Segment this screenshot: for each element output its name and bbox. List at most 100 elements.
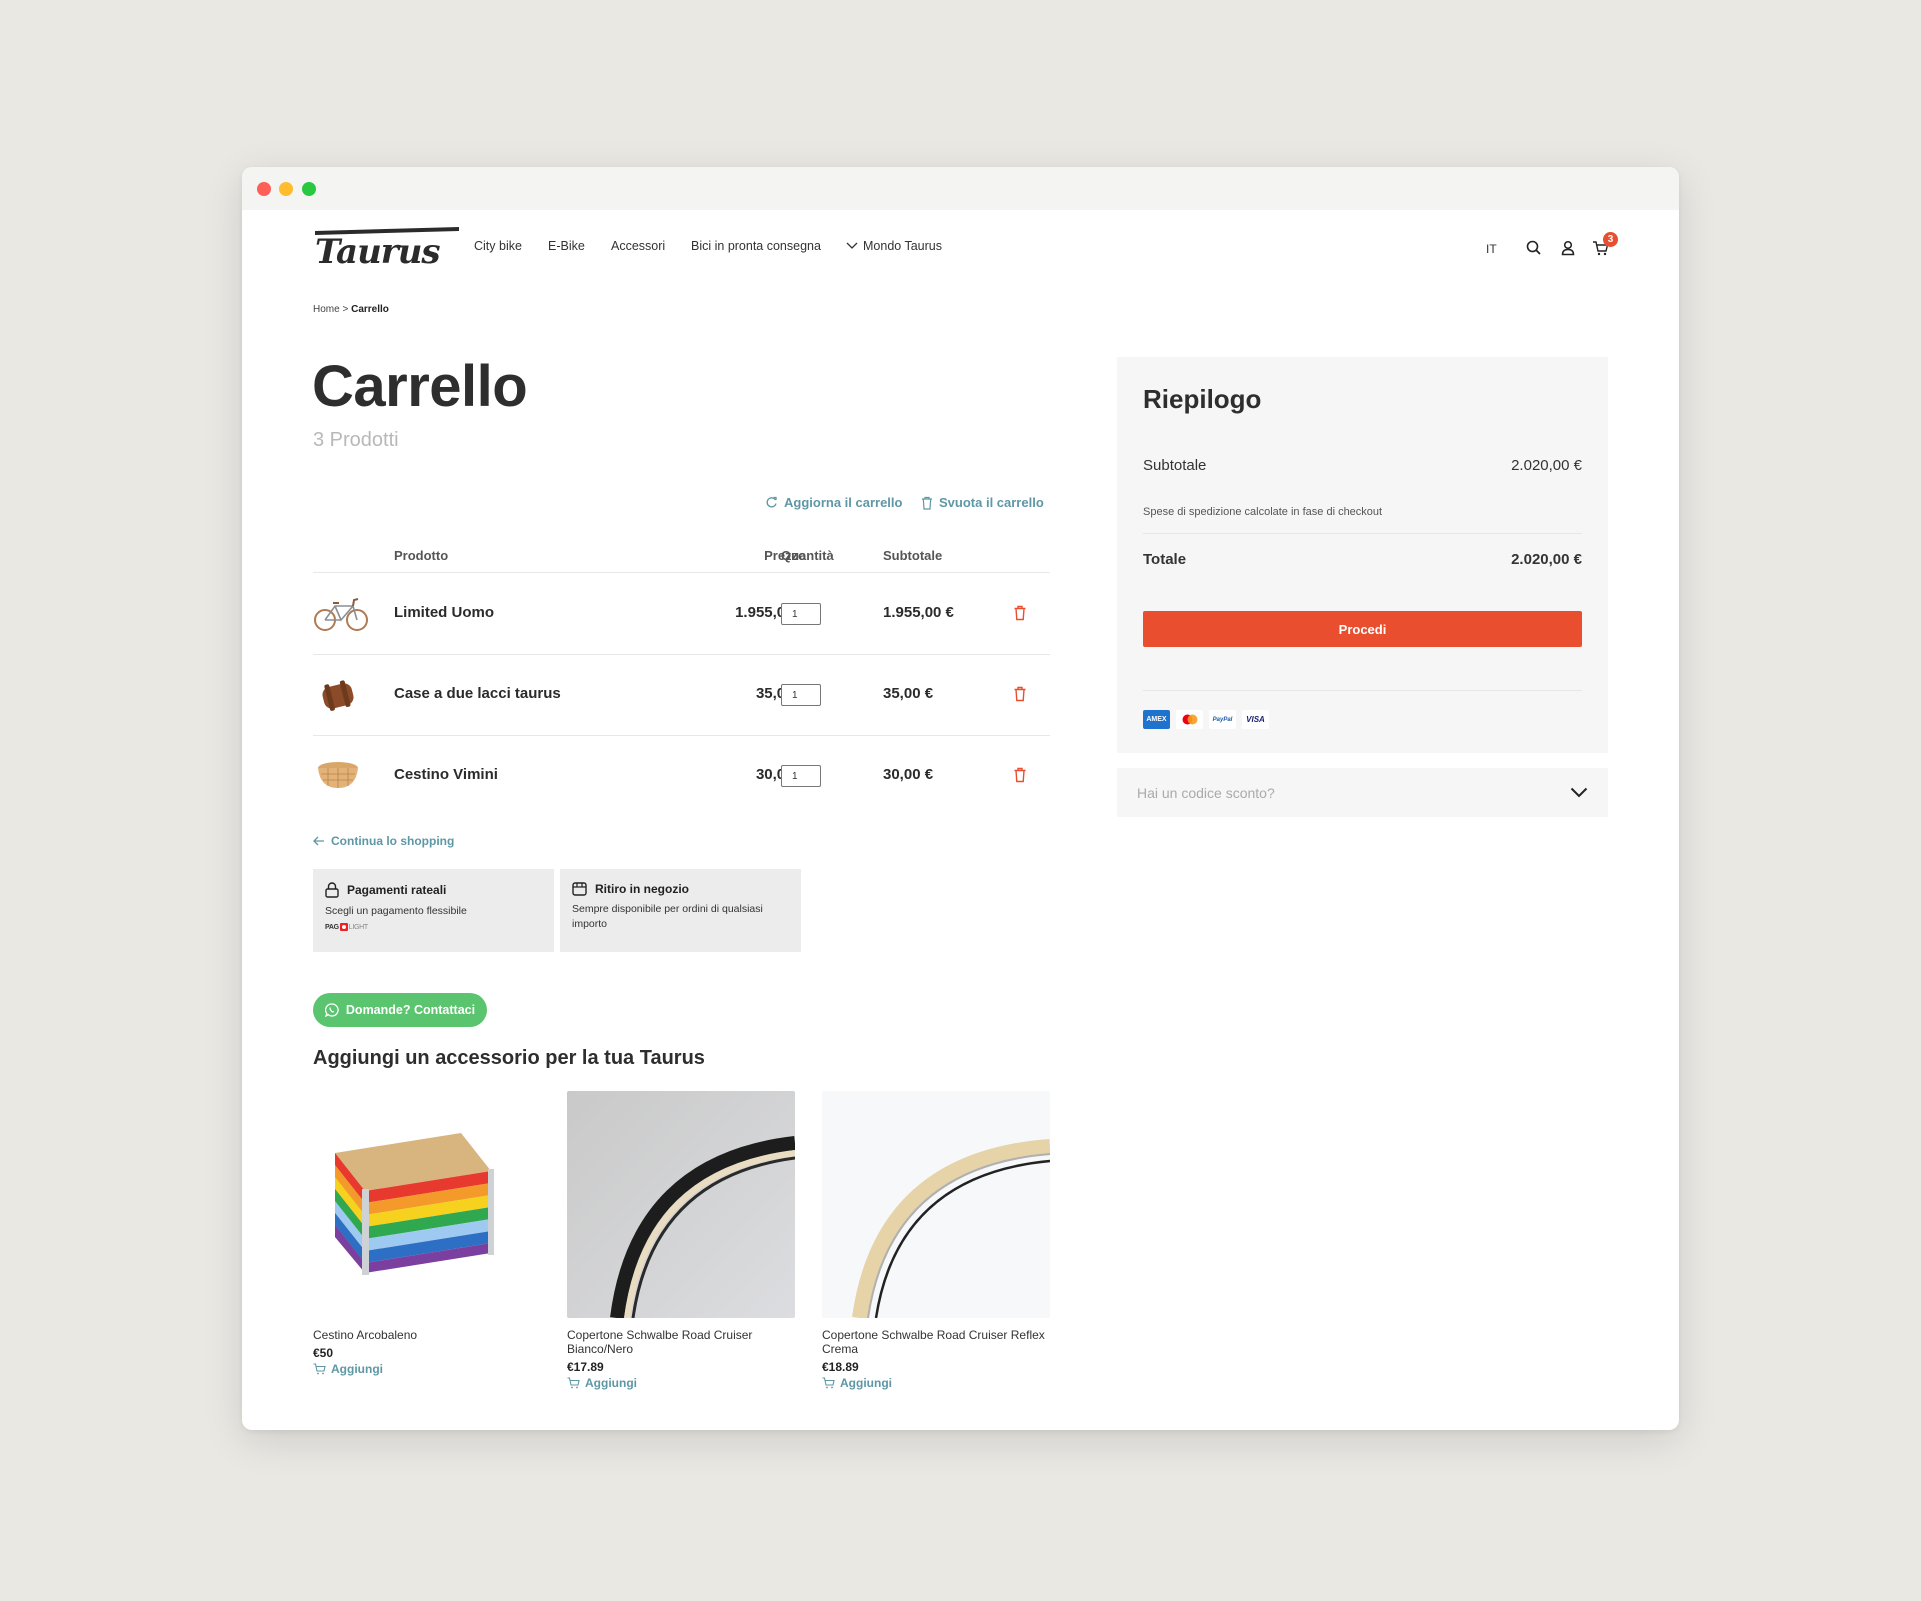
cart-item-name[interactable]: Cestino Vimini xyxy=(394,766,498,783)
amex-icon: AMEX xyxy=(1143,710,1170,729)
divider xyxy=(313,654,1050,655)
cart-item-name[interactable]: Limited Uomo xyxy=(394,604,494,621)
nav-mondo-taurus[interactable]: Mondo Taurus xyxy=(846,239,942,253)
subtotal-value: 2.020,00 € xyxy=(1511,457,1582,474)
cart-item-subtotal: 1.955,00 € xyxy=(883,604,954,621)
cart-item-subtotal: 30,00 € xyxy=(883,766,934,783)
add-to-cart-button[interactable]: Aggiungi xyxy=(567,1376,795,1390)
user-icon[interactable] xyxy=(1559,239,1577,257)
discount-code-toggle[interactable]: Hai un codice sconto? xyxy=(1117,768,1608,817)
cart-item-name[interactable]: Case a due lacci taurus xyxy=(394,685,561,702)
info-text: Scegli un pagamento flessibile xyxy=(325,905,467,917)
accessory-name[interactable]: Copertone Schwalbe Road Cruiser Bianco/N… xyxy=(567,1328,795,1356)
nav-mondo-taurus-label: Mondo Taurus xyxy=(863,239,942,253)
add-label: Aggiungi xyxy=(585,1376,637,1390)
accessory-price: €18.89 xyxy=(822,1360,859,1374)
subtotal-label: Subtotale xyxy=(1143,457,1207,474)
cart-item-subtotal: 35,00 € xyxy=(883,685,934,702)
pagolight-logo: PAG LIGHT xyxy=(325,923,368,931)
title-bar xyxy=(242,167,1679,210)
minimize-window-button[interactable] xyxy=(279,182,293,196)
add-label: Aggiungi xyxy=(840,1376,892,1390)
shipping-note: Spese di spedizione calcolate in fase di… xyxy=(1143,506,1383,518)
product-image-leather-case[interactable] xyxy=(313,669,369,719)
breadcrumb: Home > Carrello xyxy=(313,304,389,315)
column-header-product: Prodotto xyxy=(394,548,449,563)
add-label: Aggiungi xyxy=(331,1362,383,1376)
divider xyxy=(313,735,1050,736)
product-image-tire-cream[interactable] xyxy=(822,1091,1050,1318)
add-to-cart-button[interactable]: Aggiungi xyxy=(313,1362,541,1376)
product-image-rainbow-crate[interactable] xyxy=(313,1091,541,1318)
nav-e-bike[interactable]: E-Bike xyxy=(548,239,585,253)
total-value: 2.020,00 € xyxy=(1511,551,1582,568)
remove-item-trash-icon[interactable] xyxy=(1013,767,1027,783)
paypal-icon: PayPal xyxy=(1209,710,1236,729)
update-cart-button[interactable]: Aggiorna il carrello xyxy=(765,495,902,510)
info-title: Ritiro in negozio xyxy=(595,882,689,896)
accessory-name[interactable]: Copertone Schwalbe Road Cruiser Reflex C… xyxy=(822,1328,1050,1356)
chevron-down-icon xyxy=(1570,787,1588,798)
proceed-button[interactable]: Procedi xyxy=(1143,611,1582,647)
product-image-wicker-basket[interactable] xyxy=(313,750,369,800)
search-icon[interactable] xyxy=(1525,239,1543,257)
summary-title: Riepilogo xyxy=(1143,384,1262,414)
accessory-card: Copertone Schwalbe Road Cruiser Reflex C… xyxy=(822,1091,1050,1390)
refresh-icon xyxy=(766,496,777,508)
nav-bici-pronta-consegna[interactable]: Bici in pronta consegna xyxy=(691,239,821,253)
accessory-price: €50 xyxy=(313,1346,334,1360)
arrow-left-icon xyxy=(313,836,324,846)
update-cart-label: Aggiorna il carrello xyxy=(784,495,903,510)
store-icon xyxy=(572,882,587,896)
quantity-input[interactable] xyxy=(781,765,821,787)
trash-icon xyxy=(922,496,932,510)
info-box-store-pickup: Ritiro in negozio Sempre disponibile per… xyxy=(560,869,801,952)
add-to-cart-button[interactable]: Aggiungi xyxy=(822,1376,1050,1390)
product-count: 3 Prodotti xyxy=(313,429,399,451)
product-image-tire-black[interactable] xyxy=(567,1091,795,1318)
accessory-price: €17.89 xyxy=(567,1360,604,1374)
breadcrumb-home[interactable]: Home xyxy=(313,304,340,315)
chevron-down-icon xyxy=(846,242,858,249)
maximize-window-button[interactable] xyxy=(302,182,316,196)
logo-text: Taurus xyxy=(315,232,440,267)
order-summary: Riepilogo Subtotale 2.020,00 € Spese di … xyxy=(1117,357,1608,753)
breadcrumb-separator: > xyxy=(342,304,349,315)
contact-whatsapp-button[interactable]: Domande? Contattaci xyxy=(313,993,487,1027)
divider xyxy=(313,572,1050,573)
accessory-name[interactable]: Cestino Arcobaleno xyxy=(313,1328,541,1342)
close-window-button[interactable] xyxy=(257,182,271,196)
remove-item-trash-icon[interactable] xyxy=(1013,686,1027,702)
visa-icon: VISA xyxy=(1242,710,1269,729)
nav-city-bike[interactable]: City bike xyxy=(474,239,522,253)
discount-placeholder: Hai un codice sconto? xyxy=(1137,784,1275,801)
accessory-card: Cestino Arcobaleno €50 Aggiungi xyxy=(313,1091,541,1376)
cart-icon xyxy=(822,1377,835,1389)
divider xyxy=(1143,533,1582,534)
mastercard-icon xyxy=(1176,710,1203,729)
divider xyxy=(1143,690,1582,691)
language-selector[interactable]: IT xyxy=(1486,242,1497,256)
contact-label: Domande? Contattaci xyxy=(345,1003,476,1017)
accessories-title: Aggiungi un accessorio per la tua Taurus xyxy=(313,1047,705,1069)
accessory-card: Copertone Schwalbe Road Cruiser Bianco/N… xyxy=(567,1091,795,1390)
remove-item-trash-icon[interactable] xyxy=(1013,605,1027,621)
summary-total-row: Totale 2.020,00 € xyxy=(1143,551,1582,568)
product-image-bicycle[interactable] xyxy=(313,588,369,638)
whatsapp-icon xyxy=(324,1003,339,1017)
page-title: Carrello xyxy=(312,354,528,419)
quantity-input[interactable] xyxy=(781,684,821,706)
empty-cart-button[interactable]: Svuota il carrello xyxy=(921,495,1044,510)
nav-accessori[interactable]: Accessori xyxy=(611,239,665,253)
info-text: Sempre disponibile per ordini di qualsia… xyxy=(572,903,763,930)
summary-subtotal-row: Subtotale 2.020,00 € xyxy=(1143,457,1582,474)
browser-window: Taurus City bike E-Bike Accessori Bici i… xyxy=(242,167,1679,1430)
breadcrumb-current: Carrello xyxy=(351,304,389,315)
continue-shopping-link[interactable]: Continua lo shopping xyxy=(313,834,454,848)
lock-icon xyxy=(325,882,339,898)
column-header-subtotal: Subtotale xyxy=(883,548,943,563)
taurus-logo[interactable]: Taurus xyxy=(313,227,461,272)
continue-shopping-label: Continua lo shopping xyxy=(331,834,455,848)
info-box-installments: Pagamenti rateali Scegli un pagamento fl… xyxy=(313,869,554,952)
quantity-input[interactable] xyxy=(781,603,821,625)
